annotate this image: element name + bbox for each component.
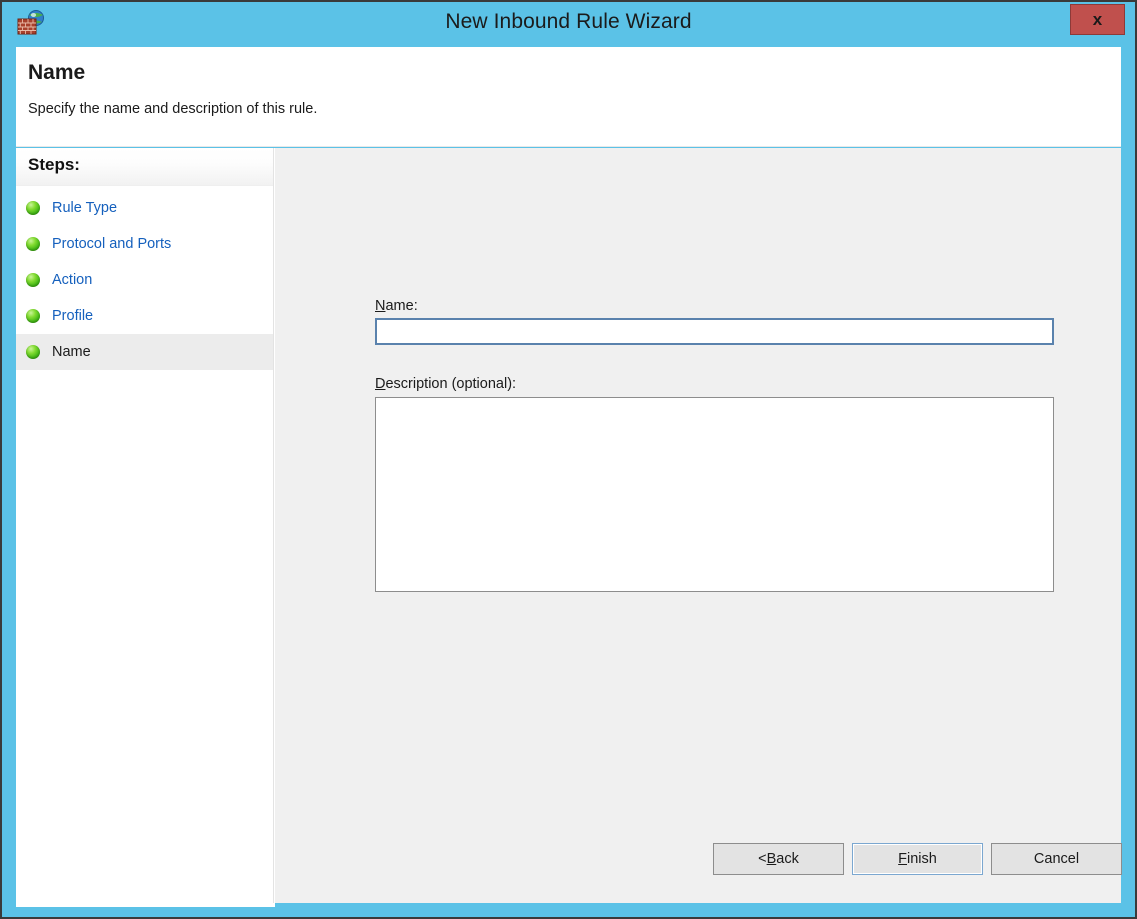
description-label-rest: escription (optional): <box>385 376 516 392</box>
sidebar-item-label: Name <box>52 344 91 360</box>
sidebar-item-label: Protocol and Ports <box>52 236 171 252</box>
name-label-rest: ame: <box>385 298 417 314</box>
page-subtitle: Specify the name and description of this… <box>28 101 317 117</box>
back-button-accel: B <box>767 851 777 867</box>
step-complete-icon <box>26 309 40 323</box>
steps-header: Steps: <box>16 148 273 186</box>
finish-button-rest: inish <box>907 851 937 867</box>
sidebar-item-action[interactable]: Action <box>16 262 273 298</box>
sidebar-item-rule-type[interactable]: Rule Type <box>16 190 273 226</box>
wizard-body: Steps: Rule Type Protocol and Ports Acti… <box>16 148 1121 903</box>
back-button-rest: ack <box>776 851 799 867</box>
sidebar-item-protocol-and-ports[interactable]: Protocol and Ports <box>16 226 273 262</box>
description-input[interactable] <box>375 397 1054 592</box>
wizard-content: Name: Description (optional): < Back Fin… <box>275 148 1121 903</box>
close-button[interactable]: x <box>1070 4 1125 35</box>
finish-button[interactable]: Finish <box>852 843 983 875</box>
sidebar-item-name: Name <box>16 334 273 370</box>
name-input[interactable] <box>375 318 1054 345</box>
cancel-button[interactable]: Cancel <box>991 843 1122 875</box>
sidebar-item-label: Profile <box>52 308 93 324</box>
wizard-window: New Inbound Rule Wizard x Name Specify t… <box>0 0 1137 919</box>
wizard-header: Name Specify the name and description of… <box>16 47 1121 142</box>
sidebar-item-label: Action <box>52 272 92 288</box>
steps-sidebar: Steps: Rule Type Protocol and Ports Acti… <box>16 148 274 903</box>
description-field-label: Description (optional): <box>375 376 516 392</box>
sidebar-item-label: Rule Type <box>52 200 117 216</box>
window-title: New Inbound Rule Wizard <box>2 10 1135 34</box>
steps-heading: Steps: <box>28 155 80 175</box>
description-label-accel: D <box>375 376 385 392</box>
step-complete-icon <box>26 201 40 215</box>
sidebar-bottom-filler <box>16 903 275 907</box>
header-divider <box>16 142 1121 147</box>
back-button[interactable]: < Back <box>713 843 844 875</box>
back-button-prefix: < <box>758 851 766 867</box>
step-complete-icon <box>26 345 40 359</box>
step-complete-icon <box>26 273 40 287</box>
name-label-accel: N <box>375 298 385 314</box>
step-complete-icon <box>26 237 40 251</box>
button-bar: < Back Finish Cancel <box>275 843 1121 877</box>
page-title: Name <box>28 61 85 85</box>
sidebar-item-profile[interactable]: Profile <box>16 298 273 334</box>
finish-button-accel: F <box>898 851 907 867</box>
name-field-label: Name: <box>375 298 418 314</box>
title-bar: New Inbound Rule Wizard x <box>2 2 1135 47</box>
